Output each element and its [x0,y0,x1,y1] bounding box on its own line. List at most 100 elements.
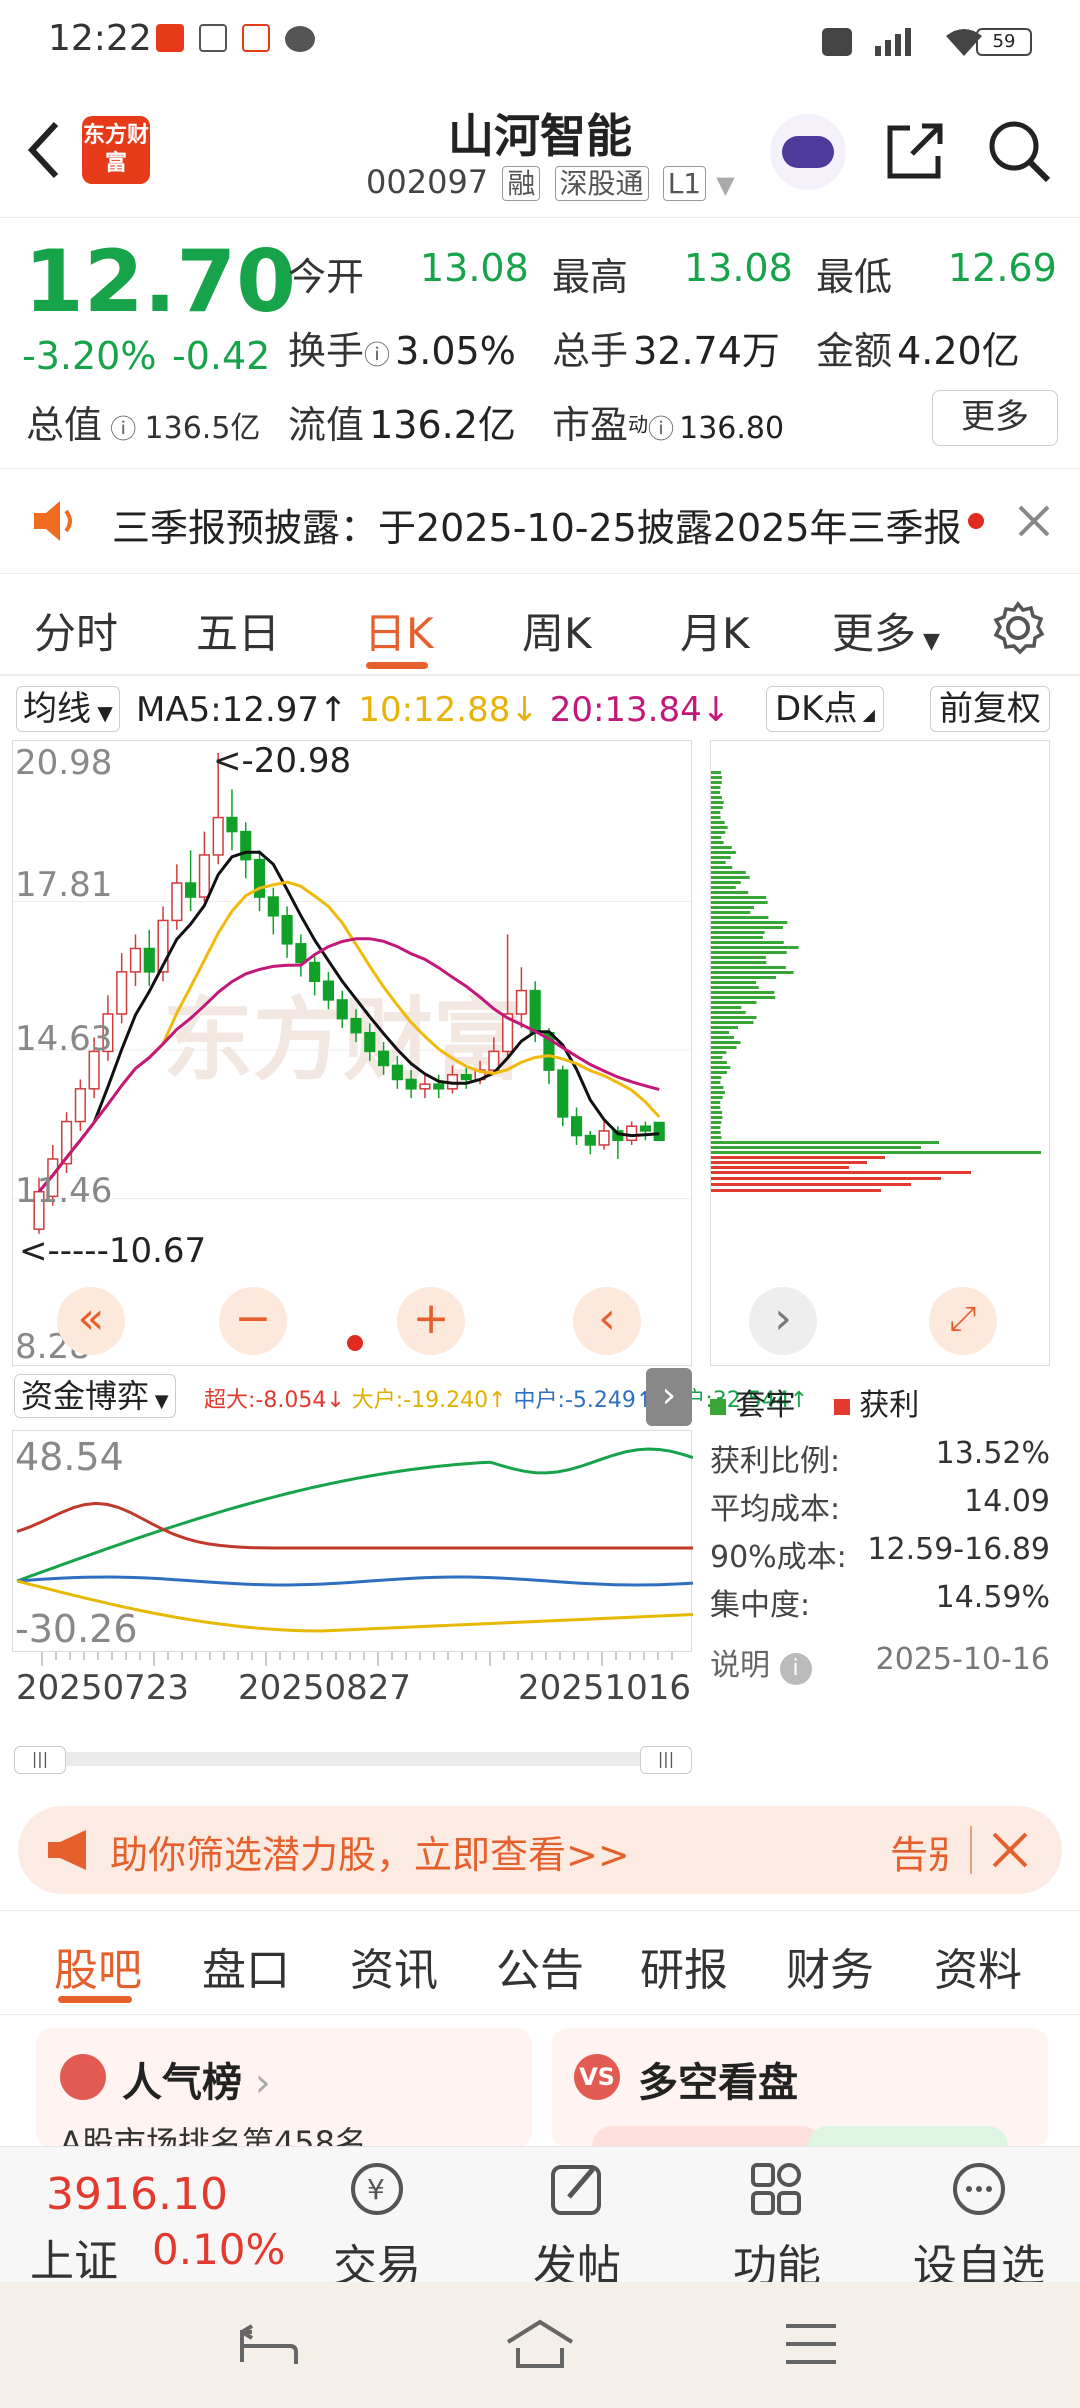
more-button[interactable]: 更多 [932,390,1058,446]
divider [970,1826,972,1874]
tab-more[interactable]: 更多 ▼ [832,600,940,661]
menu-nav-icon[interactable] [784,2322,838,2366]
tab-monthly-k[interactable]: 月K [680,600,750,661]
chip-bar [711,1166,849,1169]
kline-canvas: 东方财富 [13,753,693,1234]
tab-5day[interactable]: 五日 [196,600,280,661]
chip-bar [711,971,794,974]
indicator-chart[interactable]: 48.54 -30.26 [12,1430,693,1652]
chip-bar [711,826,728,829]
tab-profile[interactable]: 资料 [934,1934,1022,1998]
close-icon[interactable] [1016,503,1052,539]
search-icon[interactable] [986,118,1052,184]
bottom-action-bar: 3916.10 上证 0.10% ¥ 交易 发帖 功能 设自选 [0,2146,1080,2292]
promo-banner[interactable]: 助你筛选潜力股，立即查看>> 告别 [18,1806,1062,1894]
bull-bear-card[interactable]: VS 多空看盘 [552,2028,1048,2148]
range-handle-right[interactable]: ||| [640,1746,692,1774]
ma-selector[interactable]: 均线 ▼ [16,686,120,732]
notification-icons [156,24,316,56]
chip-bar [711,1081,721,1084]
assistant-icon[interactable] [770,114,846,190]
scroll-left-fast-icon[interactable]: « [57,1287,125,1355]
candle [515,989,527,1015]
explain-link[interactable]: 说明 i [710,1640,812,1685]
chip-bar [711,1071,727,1074]
tab-news[interactable]: 资讯 [350,1934,438,1998]
chip-bar [711,926,783,929]
chip-bar [711,996,776,999]
chip-bar [711,1006,742,1009]
candle [598,1130,610,1146]
date-ticks [41,1652,673,1666]
expand-icon[interactable]: ⤢ [929,1287,997,1355]
candle [336,999,348,1020]
chip-bar [711,1086,724,1089]
candle [322,980,335,1001]
chip-bar [711,1056,723,1059]
index-name[interactable]: 上证 [30,2225,118,2289]
tab-announcements[interactable]: 公告 [496,1934,584,1998]
zoom-in-icon[interactable]: + [397,1287,465,1355]
tab-research[interactable]: 研报 [640,1934,728,1998]
range-slider-track[interactable] [16,1752,686,1766]
low-label: 最低 [816,255,893,299]
tab-orderbook[interactable]: 盘口 [202,1934,290,1998]
float-stat: 流值 136.2亿 [288,403,516,447]
volume-stat: 总手 32.74万 [552,329,780,373]
chip-bar [711,896,767,899]
tab-forum[interactable]: 股吧 [54,1934,142,1998]
dk-point-button[interactable]: DK点 ◢ [766,686,884,732]
chip-bar [711,1016,757,1019]
tab-finance[interactable]: 财务 [786,1934,874,1998]
chip-bar [711,876,750,879]
stock-code-row[interactable]: 002097 融 深股通 L1 ▼ [366,162,735,202]
tab-daily-k[interactable]: 日K [364,600,434,661]
candle [460,1074,472,1081]
scroll-left-icon[interactable]: ‹ [573,1287,641,1355]
candle [391,1064,403,1081]
home-nav-icon[interactable] [504,2318,576,2370]
close-icon[interactable] [990,1830,1030,1870]
kline-chart[interactable]: 东方财富 20.98 17.81 14.63 11.46 8.28 <-20.9… [12,740,693,1367]
index-change[interactable]: 0.10% [152,2225,285,2274]
chip-bar [711,891,749,894]
cost-90-label: 90%成本: [710,1540,847,1575]
chip-bar [711,1136,722,1139]
chip-bar [711,1177,941,1180]
post-button[interactable]: 发帖 [512,2159,642,2294]
pe-stat: 市盈动ⓘ 136.80 [552,403,785,447]
chip-bar [711,901,768,904]
trade-button[interactable]: ¥ 交易 [312,2159,442,2294]
candle [584,1134,596,1146]
chip-bar [711,931,765,934]
unread-dot [968,513,984,529]
share-icon[interactable] [884,120,946,182]
settings-gear-icon[interactable] [990,600,1046,656]
functions-button[interactable]: 功能 [712,2159,842,2294]
candle [198,854,210,898]
popularity-card[interactable]: 人气榜 › A股市场排名第458名 [36,2028,532,2148]
promo-text: 助你筛选潜力股，立即查看>> [110,1833,630,1877]
expand-right-icon[interactable]: › [646,1368,692,1426]
change-value: -0.42 [172,334,271,378]
adjust-button[interactable]: 前复权 [930,686,1050,732]
notice-banner[interactable]: 三季报预披露：于2025-10-25披露2025年三季报 [0,468,1080,574]
chip-distribution[interactable]: › ⤢ [710,740,1050,1366]
system-nav-bar [0,2282,1080,2408]
indicator-selector[interactable]: 资金博弈 ▼ [14,1374,176,1418]
chip-bar [711,1011,746,1014]
candle [529,989,541,1034]
chevron-down-icon: ▼ [916,629,940,654]
tab-weekly-k[interactable]: 周K [522,600,592,661]
edit-icon [551,2165,601,2215]
chip-next-icon[interactable]: › [749,1287,817,1355]
range-handle-left[interactable]: ||| [14,1746,66,1774]
tab-intraday[interactable]: 分时 [34,600,118,661]
chip-bar [711,1046,737,1049]
add-watchlist-button[interactable]: 设自选 [904,2159,1054,2294]
index-value[interactable]: 3916.10 [46,2169,228,2220]
zoom-out-icon[interactable]: − [219,1287,287,1355]
back-nav-icon[interactable] [238,2322,298,2370]
tab-active-indicator [366,662,428,669]
ma-values: MA5:12.97↑ 10:12.88↓ 20:13.84↓ [136,690,731,730]
